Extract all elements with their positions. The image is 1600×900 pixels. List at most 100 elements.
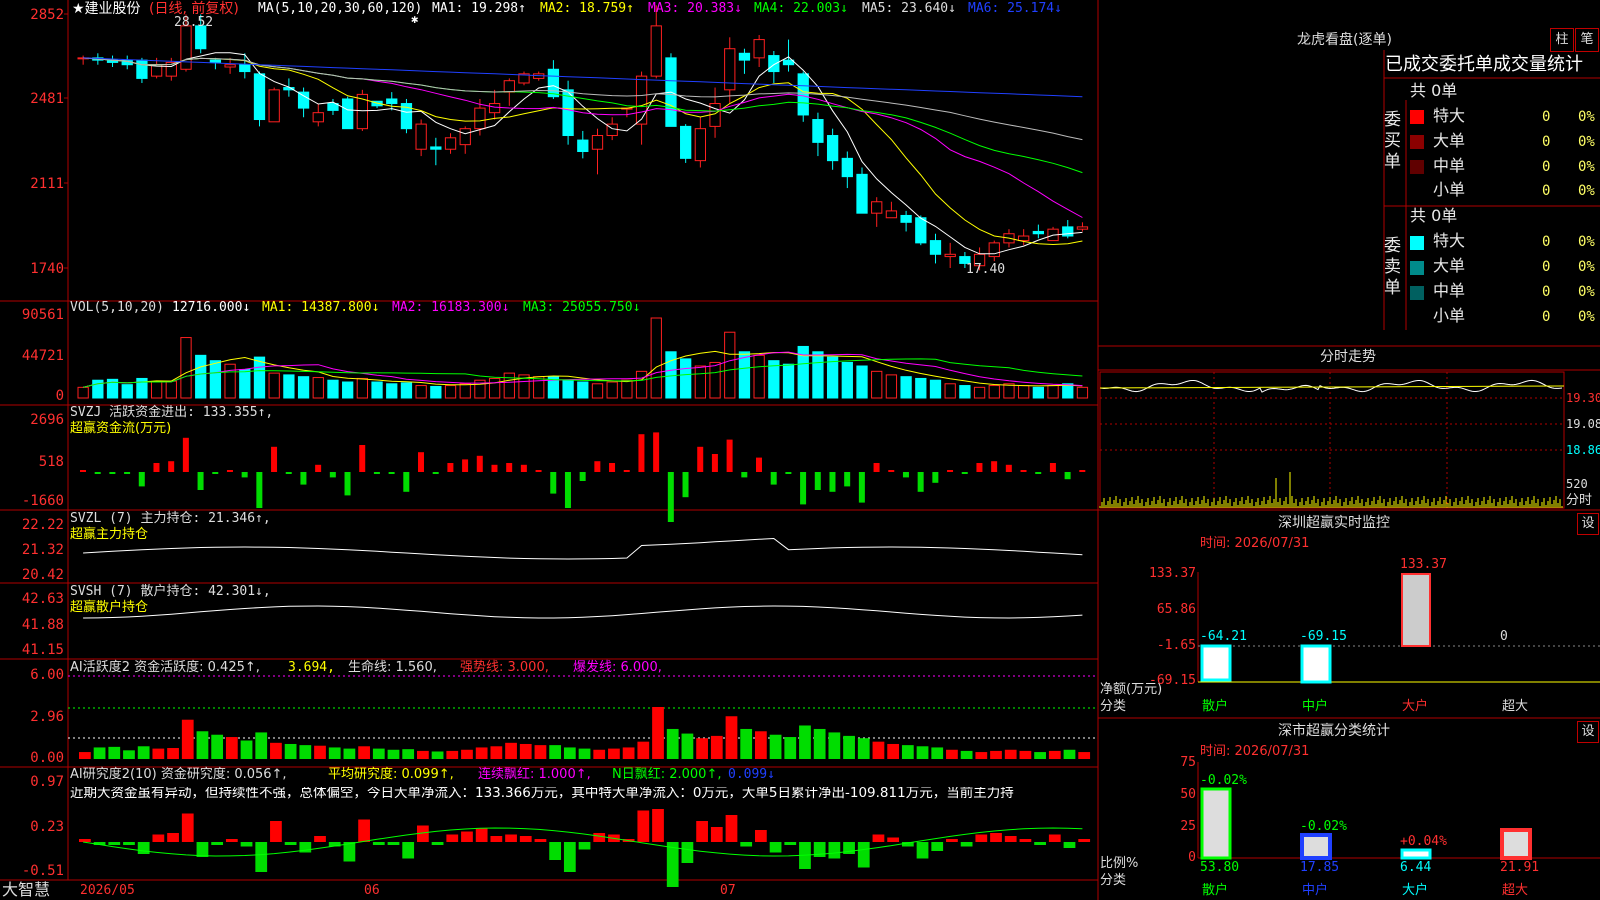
cls-cat: 超大 <box>1502 883 1529 898</box>
ai-res-bar <box>828 842 841 859</box>
svzj-bar <box>917 472 924 492</box>
svzj-bar <box>432 472 439 474</box>
ai-res-bar <box>784 842 797 845</box>
svzj-bar <box>226 470 233 472</box>
ai-res-axis-tick: 0.97 <box>30 774 64 790</box>
ai2-bar <box>593 749 606 759</box>
volume-bar <box>562 379 574 399</box>
svzj-bar <box>785 472 792 474</box>
ai-res-bar <box>652 809 664 842</box>
ai2-bar <box>519 743 532 759</box>
volume-bar <box>459 383 471 399</box>
ai2-bar <box>475 747 488 759</box>
sell-total: 共 0单 <box>1410 206 1458 225</box>
svzj-bar <box>579 472 586 481</box>
candle <box>768 55 780 73</box>
row-percent: 0% <box>1578 134 1595 150</box>
candle <box>1062 226 1074 237</box>
legend-square <box>1410 236 1424 250</box>
svzj-bar <box>447 463 454 472</box>
ai-res-lianxu: 连续飘红: 1.000↑, <box>478 767 591 782</box>
ai2-axis-tick: 0.00 <box>30 750 64 766</box>
cls-axis-tick: 25 <box>1180 819 1196 834</box>
ai2-bar <box>167 748 179 759</box>
sz-bar <box>1401 573 1431 647</box>
svzl-label: SVZL (7) 主力持仓: 21.346↑, <box>70 511 271 526</box>
ai2-bar <box>725 716 738 759</box>
price-axis-tick: 2111 <box>30 176 64 192</box>
ai-res-nred: N日飘红: 2.000↑, <box>612 767 722 782</box>
ai2-bar <box>784 737 797 759</box>
tick-mode-button[interactable]: 笔 <box>1575 28 1599 52</box>
svzl-axis-tick: 20.42 <box>21 567 64 583</box>
volume-bar <box>1076 386 1089 399</box>
svzj-axis-tick: 518 <box>38 454 64 470</box>
svsh-line <box>83 605 1083 619</box>
volume-bar <box>826 356 839 399</box>
volume-bar <box>268 372 280 399</box>
svsh-sub: 超赢散户持仓 <box>70 600 149 615</box>
svzj-bar <box>711 454 718 472</box>
stock-chart[interactable] <box>0 0 1600 900</box>
ai2-bar <box>181 719 194 759</box>
ai-res-bar <box>461 831 473 842</box>
ai2-bar <box>490 746 503 759</box>
candle <box>577 139 589 153</box>
chart-mode[interactable]: (日线, 前复权) <box>149 2 239 16</box>
date-label: 07 <box>720 883 736 898</box>
vol-axis-tick: 0 <box>55 388 64 404</box>
ai2-bar <box>813 728 826 759</box>
ai2-bar <box>358 746 370 759</box>
ai-res-bar <box>372 842 385 845</box>
ai-res-bar <box>769 842 782 853</box>
high-price-note: 28.52 <box>174 15 214 30</box>
candle <box>988 242 1000 258</box>
ai-res-bar <box>975 834 988 842</box>
ai2-bar <box>505 742 517 759</box>
svzj-bar <box>697 446 704 472</box>
svzj-bar <box>844 472 851 487</box>
volume-bar <box>782 363 795 399</box>
ai2-bar <box>372 748 385 759</box>
svzj-bar <box>594 461 601 472</box>
row-count: 0 <box>1542 159 1551 175</box>
ai-res-bar <box>123 842 135 845</box>
cls-change: -0.02% <box>1300 819 1347 834</box>
svzj-bar <box>1020 470 1027 472</box>
ai2-bar <box>431 751 444 759</box>
ai2-bar <box>1019 750 1032 759</box>
ai-res-bar <box>931 842 944 851</box>
ai2-v2: 3.694, <box>288 660 335 675</box>
volume-bar <box>621 379 633 399</box>
sz-settings-button[interactable]: 设 <box>1577 513 1599 535</box>
candle <box>724 48 736 91</box>
ma2-value: MA2: 18.759↑ <box>540 1 634 16</box>
ai2-bar <box>270 742 282 759</box>
candle <box>209 59 222 63</box>
star-icon: ✱ <box>411 12 419 26</box>
ai2-bar <box>843 735 855 759</box>
candle <box>753 39 765 59</box>
svzl-axis-tick: 22.22 <box>21 517 64 533</box>
cls-time: 时间: 2026/07/31 <box>1200 744 1310 759</box>
ai-res-bar <box>1034 842 1046 845</box>
sz-axis-tick: 133.37 <box>1149 566 1196 581</box>
bar-mode-button[interactable]: 柱 <box>1550 28 1574 52</box>
volume-bar <box>959 385 971 399</box>
sz-time: 时间: 2026/07/31 <box>1200 536 1310 551</box>
volume-bar <box>856 365 868 399</box>
svzj-bar <box>271 446 278 472</box>
svzj-bar <box>491 464 498 472</box>
ai-res-bar <box>240 842 253 847</box>
volume-bar <box>180 337 192 399</box>
svzj-bar <box>153 463 160 472</box>
ai2-bar <box>79 752 91 759</box>
vol-label: VOL(5,10,20) <box>70 300 164 315</box>
cls-settings-button[interactable]: 设 <box>1577 721 1599 743</box>
volume-bar <box>400 382 413 399</box>
ai2-bar <box>563 747 576 759</box>
volume-bar <box>371 381 383 399</box>
sz-cat: 散户 <box>1202 699 1229 714</box>
candle <box>488 103 501 114</box>
svzj-bar <box>1005 464 1012 472</box>
